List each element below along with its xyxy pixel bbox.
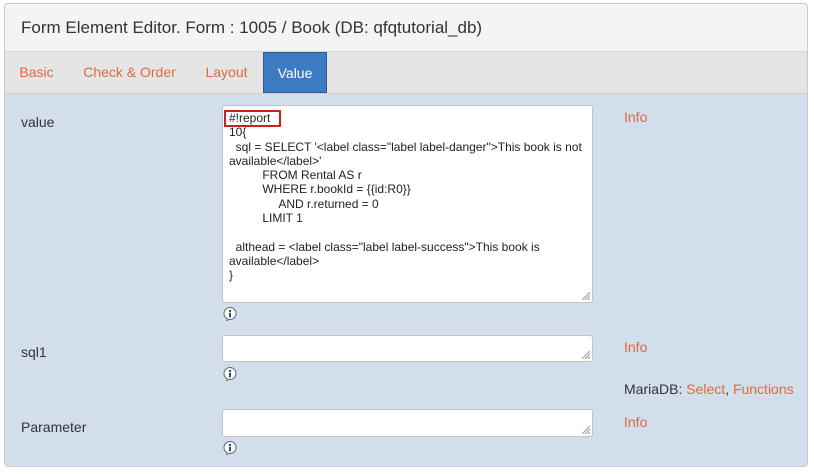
resize-grip-icon[interactable] <box>582 426 590 434</box>
value-label: value <box>21 114 55 130</box>
page-title: Form Element Editor. Form : 1005 / Book … <box>21 18 483 37</box>
tab-value[interactable]: Value <box>263 52 327 93</box>
resize-grip-icon[interactable] <box>582 351 590 359</box>
mariadb-separator: , <box>725 381 733 397</box>
form-element-editor-panel: Form Element Editor. Form : 1005 / Book … <box>4 3 808 467</box>
value-textarea-content: #!report 10{ sql = SELECT '<label class=… <box>229 111 582 283</box>
tab-check-order[interactable]: Check & Order <box>68 52 191 93</box>
sql1-info-link[interactable]: Info <box>624 339 647 355</box>
help-info-icon[interactable] <box>223 367 237 381</box>
tab-layout[interactable]: Layout <box>191 52 262 93</box>
mariadb-functions-link[interactable]: Functions <box>733 381 794 397</box>
value-textarea[interactable]: #!report 10{ sql = SELECT '<label class=… <box>222 105 593 303</box>
parameter-info-link[interactable]: Info <box>624 414 647 430</box>
tab-basic[interactable]: Basic <box>5 52 68 93</box>
parameter-label: Parameter <box>21 419 87 435</box>
help-info-icon[interactable] <box>223 441 237 455</box>
resize-grip-icon[interactable] <box>582 292 590 300</box>
value-info-link[interactable]: Info <box>624 109 647 125</box>
mariadb-links: MariaDB: Select, Functions <box>624 381 794 397</box>
help-info-icon[interactable] <box>223 307 237 321</box>
panel-heading: Form Element Editor. Form : 1005 / Book … <box>5 4 807 52</box>
mariadb-select-link[interactable]: Select <box>686 381 725 397</box>
tab-bar: Basic Check & Order Layout Value <box>5 52 807 94</box>
mariadb-prefix: MariaDB: <box>624 381 687 397</box>
parameter-textarea[interactable] <box>222 409 593 437</box>
sql1-label: sql1 <box>21 344 47 360</box>
sql1-textarea[interactable] <box>222 335 593 362</box>
